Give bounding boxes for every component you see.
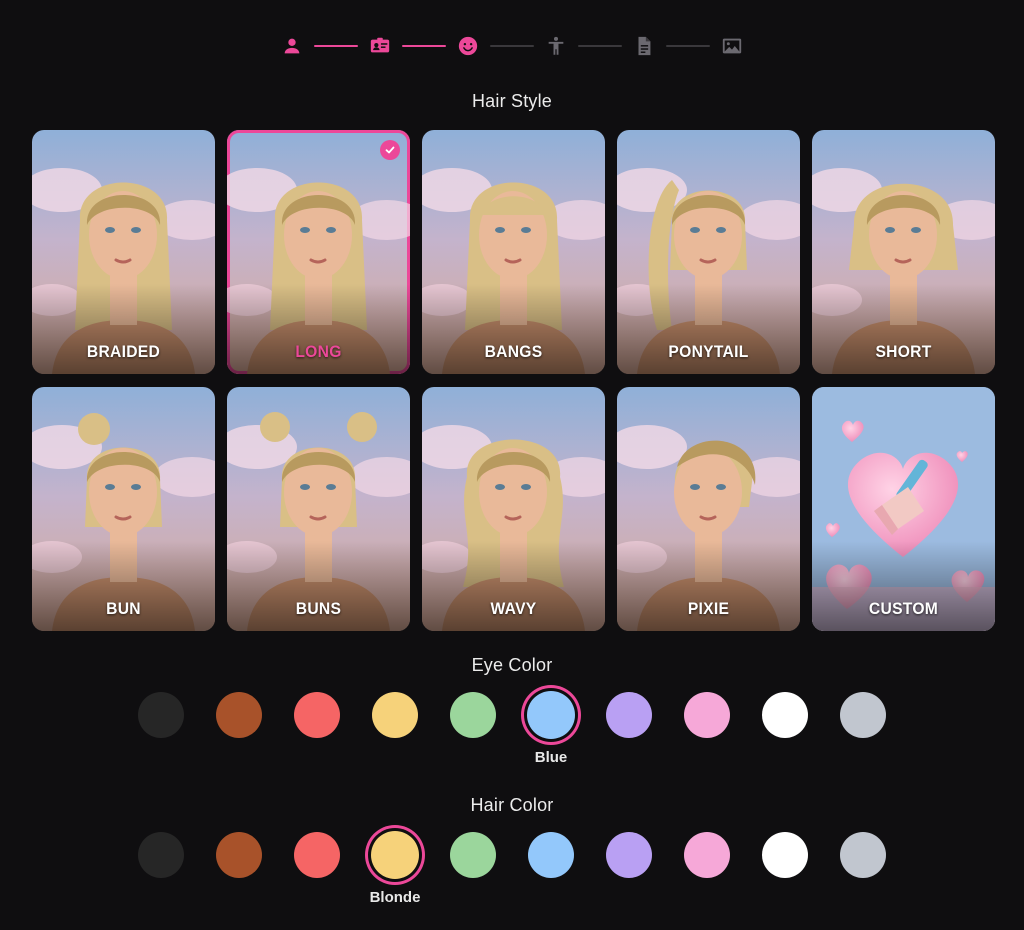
hair-style-card-pixie[interactable]: PIXIE [617,387,800,631]
hair-color-swatch[interactable] [839,831,887,879]
hair-style-label: BUNS [295,599,342,618]
eye-color-swatches: Blue [0,685,1024,766]
progress-stepper [0,34,1024,58]
color-circle[interactable] [216,832,262,878]
color-circle[interactable] [840,832,886,878]
hair-color-swatch[interactable] [761,831,809,879]
color-circle[interactable] [372,692,418,738]
step-connector [578,45,622,47]
step-document[interactable] [632,34,656,58]
color-circle[interactable] [684,832,730,878]
hair-style-card-buns[interactable]: BUNS [227,387,410,631]
hair-style-label: BRAIDED [86,342,161,361]
color-circle[interactable] [762,832,808,878]
hair-style-label: PONYTAIL [668,342,749,361]
hair-color-swatch[interactable] [605,831,653,879]
color-circle[interactable] [606,832,652,878]
eye-color-swatch[interactable] [605,691,653,739]
hair-style-card-custom[interactable]: CUSTOM [812,387,995,631]
hair-style-label: CUSTOM [868,599,939,618]
hair-color-swatch[interactable] [527,831,575,879]
selected-color-label: Blue [534,749,568,766]
eye-color-swatch[interactable] [137,691,185,739]
hair-style-title: Hair Style [471,91,553,111]
color-circle[interactable] [840,692,886,738]
hair-style-card-bun[interactable]: BUN [32,387,215,631]
color-circle[interactable] [138,832,184,878]
document-icon [638,36,651,56]
hair-style-card-braided[interactable]: BRAIDED [32,130,215,374]
step-image[interactable] [720,34,744,58]
step-connector [490,45,534,47]
color-circle[interactable] [294,832,340,878]
hair-style-label: BUN [106,599,141,618]
step-profile[interactable] [280,34,304,58]
hair-style-label: BANGS [484,342,543,361]
color-circle[interactable] [371,831,419,879]
eye-color-swatch[interactable] [761,691,809,739]
hair-style-card-long[interactable]: LONG [227,130,410,374]
hair-style-label: SHORT [875,342,932,361]
step-connector [402,45,446,47]
selected-check-icon [380,140,400,160]
hair-style-label: WAVY [490,599,537,618]
color-circle[interactable] [528,832,574,878]
step-connector [314,45,358,47]
hair-color-swatches: Blonde [0,825,1024,906]
step-id[interactable] [368,34,392,58]
color-circle[interactable] [606,692,652,738]
hair-style-card-ponytail[interactable]: PONYTAIL [617,130,800,374]
eye-color-swatch[interactable] [683,691,731,739]
person-icon [284,38,300,54]
hair-color-swatch[interactable] [137,831,185,879]
selected-color-label: Blonde [369,889,421,906]
eye-color-swatch[interactable] [449,691,497,739]
color-circle[interactable] [294,692,340,738]
hair-color-swatch[interactable] [449,831,497,879]
step-body[interactable] [544,34,568,58]
eye-color-swatch[interactable] [371,691,419,739]
color-circle[interactable] [527,691,575,739]
hair-style-card-bangs[interactable]: BANGS [422,130,605,374]
color-circle[interactable] [450,832,496,878]
eye-color-swatch[interactable] [839,691,887,739]
hair-style-label: LONG [295,342,342,361]
hair-color-swatch[interactable]: Blonde [370,831,420,906]
hair-color-title: Hair Color [470,795,554,815]
eye-color-swatch[interactable] [215,691,263,739]
color-circle[interactable] [450,692,496,738]
color-circle[interactable] [762,692,808,738]
id-card-icon [370,37,390,53]
hair-color-swatch[interactable] [683,831,731,879]
color-circle[interactable] [216,692,262,738]
hair-color-swatch[interactable] [293,831,341,879]
eye-color-title: Eye Color [471,655,553,675]
step-connector [666,45,710,47]
hair-style-label: PIXIE [687,599,730,618]
eye-color-swatch[interactable]: Blue [527,691,575,766]
eye-color-swatch[interactable] [293,691,341,739]
hair-style-card-wavy[interactable]: WAVY [422,387,605,631]
color-circle[interactable] [684,692,730,738]
smiley-face-icon [458,36,478,56]
hair-style-card-short[interactable]: SHORT [812,130,995,374]
step-face[interactable] [456,34,480,58]
body-figure-icon [548,36,564,55]
hair-style-grid: BRAIDED LONG BANGS PONYTAIL SHORT BUN BU… [32,130,995,631]
color-circle[interactable] [138,692,184,738]
image-icon [722,38,742,54]
hair-color-swatch[interactable] [215,831,263,879]
